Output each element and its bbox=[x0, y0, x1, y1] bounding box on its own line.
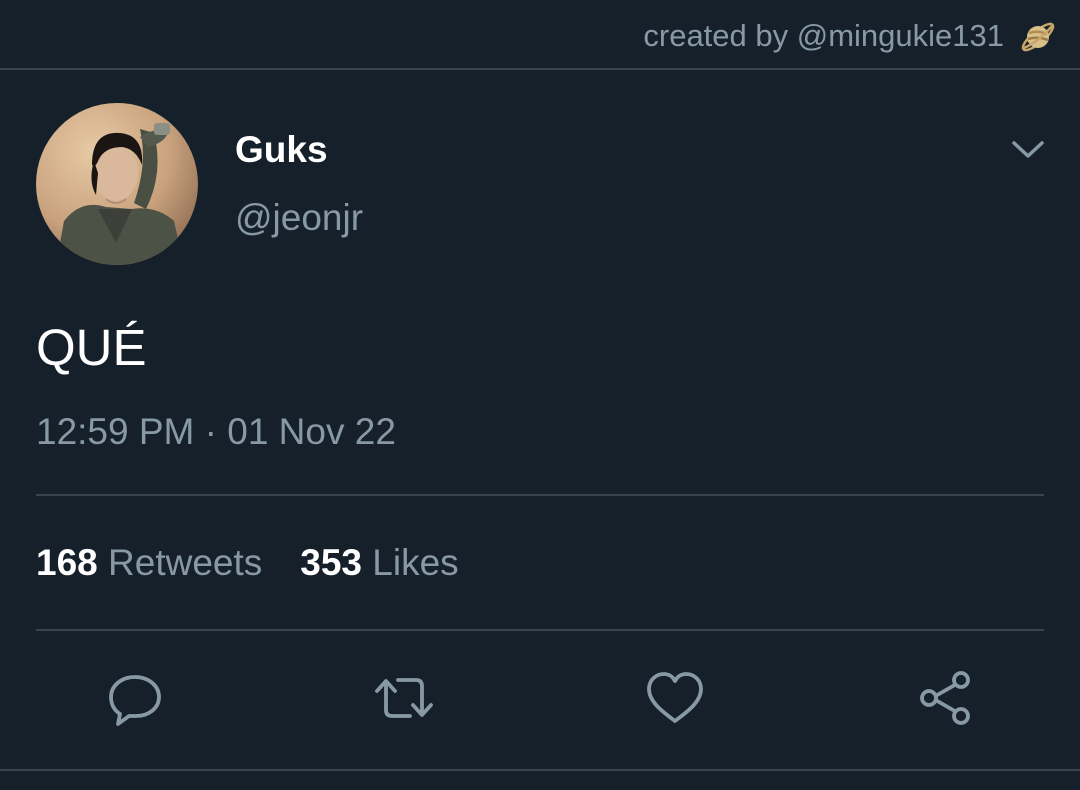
likes-count: 353 bbox=[300, 542, 362, 583]
divider bbox=[0, 769, 1080, 771]
likes-label: Likes bbox=[372, 542, 459, 583]
like-icon[interactable] bbox=[645, 668, 705, 728]
avatar[interactable] bbox=[36, 103, 198, 265]
author-display-name[interactable]: Guks bbox=[235, 128, 328, 172]
ringed-planet-icon bbox=[1018, 17, 1058, 57]
author-handle[interactable]: @jeonjr bbox=[235, 196, 363, 240]
retweets-count: 168 bbox=[36, 542, 98, 583]
tweet-screen: created by @mingukie131 Guks @jeonjr QUÉ… bbox=[0, 0, 1080, 790]
credit-bar: created by @mingukie131 bbox=[0, 0, 1080, 70]
retweets-label: Retweets bbox=[108, 542, 263, 583]
chevron-down-icon[interactable] bbox=[1010, 136, 1046, 164]
retweets-stat[interactable]: 168 Retweets bbox=[36, 541, 262, 585]
share-icon[interactable] bbox=[915, 668, 975, 728]
credit-text: created by @mingukie131 bbox=[643, 18, 1004, 53]
divider bbox=[36, 629, 1044, 631]
retweet-icon[interactable] bbox=[374, 668, 434, 728]
reply-icon[interactable] bbox=[105, 668, 165, 728]
tweet-timestamp: 12:59 PM · 01 Nov 22 bbox=[36, 411, 396, 452]
tweet-stats: 168 Retweets 353 Likes bbox=[36, 541, 459, 585]
likes-stat[interactable]: 353 Likes bbox=[300, 541, 458, 585]
tweet-text: QUÉ bbox=[36, 319, 147, 376]
divider bbox=[36, 494, 1044, 496]
